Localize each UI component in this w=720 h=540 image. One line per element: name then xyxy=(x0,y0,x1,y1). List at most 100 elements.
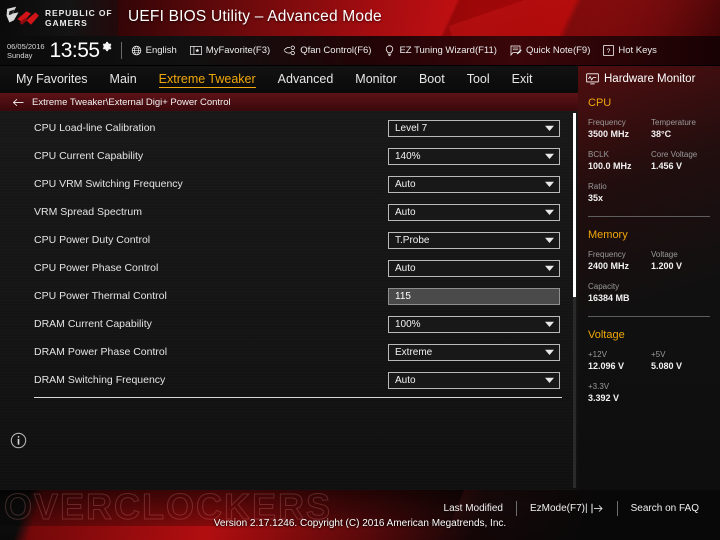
setting-label: CPU Power Phase Control xyxy=(34,262,159,274)
dropdown-cpu-current-capability[interactable]: 140% xyxy=(388,147,560,165)
toolbar-label-hot-keys: Hot Keys xyxy=(618,45,657,56)
setting-row-cpu-power-phase-control[interactable]: CPU Power Phase Control Auto xyxy=(0,254,578,282)
setting-row-dram-switching-frequency[interactable]: DRAM Switching Frequency Auto xyxy=(0,366,578,394)
hm-value: 38°C xyxy=(651,129,672,139)
hm-row-voltage-1: +3.3V 3.392 V xyxy=(578,381,720,405)
weekday-value: Sunday xyxy=(7,50,33,60)
tab-advanced[interactable]: Advanced xyxy=(278,72,334,87)
toolbar-item-quick-note[interactable]: Quick Note(F9) xyxy=(510,45,590,56)
tab-main[interactable]: Main xyxy=(110,72,137,87)
content-divider xyxy=(34,397,562,398)
toolbar-item-language[interactable]: English xyxy=(131,45,177,56)
toolbar-item-myfavorite[interactable]: MyFavorite(F3) xyxy=(189,45,271,56)
chevron-down-icon xyxy=(545,237,554,243)
tab-tool[interactable]: Tool xyxy=(467,72,490,87)
setting-row-dram-current-capability[interactable]: DRAM Current Capability 100% xyxy=(0,310,578,338)
bios-version-text: Version 2.17.1246. Copyright (C) 2016 Am… xyxy=(213,518,507,529)
toolbar-item-qfan-control[interactable]: Qfan Control(F6) xyxy=(283,45,371,56)
hm-cell-cpu-frequency: Frequency 3500 MHz xyxy=(588,117,651,141)
top-toolbar: 06/05/2016 Sunday 13:55 English MyFavori… xyxy=(0,36,720,66)
setting-control[interactable]: Auto xyxy=(388,175,560,193)
dropdown-vrm-spread-spectrum[interactable]: Auto xyxy=(388,203,560,221)
chevron-down-icon xyxy=(545,209,554,215)
hm-divider-memory xyxy=(588,316,710,317)
hm-cell-cpu-ratio: Ratio 35x xyxy=(588,181,651,205)
dropdown-value: Extreme xyxy=(395,346,433,358)
hm-key: Frequency xyxy=(588,250,626,259)
setting-label: CPU Current Capability xyxy=(34,150,144,162)
tab-boot[interactable]: Boot xyxy=(419,72,445,87)
setting-control[interactable]: Extreme xyxy=(388,343,560,361)
page-title: UEFI BIOS Utility – Advanced Mode xyxy=(128,8,382,25)
uefi-bios-screen: REPUBLIC OF GAMERS UEFI BIOS Utility – A… xyxy=(0,0,720,540)
dropdown-value: Auto xyxy=(395,262,416,274)
dropdown-dram-power-phase-control[interactable]: Extreme xyxy=(388,343,560,361)
hm-key: Capacity xyxy=(588,282,620,291)
setting-row-dram-power-phase-control[interactable]: DRAM Power Phase Control Extreme xyxy=(0,338,578,366)
note-icon xyxy=(510,45,522,56)
hm-cell-voltage-33v: +3.3V 3.392 V xyxy=(588,381,651,405)
myfavorite-icon xyxy=(189,46,202,55)
setting-row-cpu-load-line-calibration[interactable]: CPU Load-line Calibration Level 7 xyxy=(0,114,578,142)
dropdown-cpu-load-line-calibration[interactable]: Level 7 xyxy=(388,119,560,137)
back-arrow-icon[interactable] xyxy=(12,97,25,108)
chevron-down-icon xyxy=(545,377,554,383)
setting-label: DRAM Power Phase Control xyxy=(34,346,168,358)
hm-value: 35x xyxy=(588,193,604,203)
toolbar-item-hot-keys[interactable]: ? Hot Keys xyxy=(603,45,657,56)
hm-value: 16384 MB xyxy=(588,293,630,303)
toolbar-item-ez-tuning-wizard[interactable]: EZ Tuning Wizard(F11) xyxy=(384,44,497,57)
setting-control[interactable]: 115 xyxy=(388,287,560,305)
chevron-down-icon xyxy=(545,125,554,131)
setting-row-cpu-power-duty-control[interactable]: CPU Power Duty Control T.Probe xyxy=(0,226,578,254)
toolbar-label-myfavorite: MyFavorite(F3) xyxy=(205,45,271,56)
tab-monitor[interactable]: Monitor xyxy=(355,72,397,87)
toolbar-label-qfan-control: Qfan Control(F6) xyxy=(300,45,372,56)
dropdown-dram-switching-frequency[interactable]: Auto xyxy=(388,371,560,389)
setting-row-cpu-vrm-switching-frequency[interactable]: CPU VRM Switching Frequency Auto xyxy=(0,170,578,198)
setting-row-cpu-power-thermal-control[interactable]: CPU Power Thermal Control 115 xyxy=(0,282,578,310)
last-modified-button[interactable]: Last Modified xyxy=(431,503,516,514)
setting-control[interactable]: 140% xyxy=(388,147,560,165)
hm-value: 12.096 V xyxy=(588,361,625,371)
hm-cell-cpu-temperature: Temperature 38°C xyxy=(651,117,714,141)
tab-exit[interactable]: Exit xyxy=(512,72,533,87)
setting-control[interactable]: Auto xyxy=(388,203,560,221)
settings-list: CPU Load-line Calibration Level 7 CPU Cu… xyxy=(0,114,578,394)
hm-key: Frequency xyxy=(588,118,626,127)
dropdown-cpu-power-phase-control[interactable]: Auto xyxy=(388,259,560,277)
dropdown-cpu-vrm-switching-frequency[interactable]: Auto xyxy=(388,175,560,193)
hardware-monitor-header: Hardware Monitor xyxy=(578,66,720,85)
breadcrumb: Extreme Tweaker\External Digi+ Power Con… xyxy=(0,93,578,111)
hm-value: 3.392 V xyxy=(588,393,620,403)
setting-control[interactable]: 100% xyxy=(388,315,560,333)
hm-section-title-cpu: CPU xyxy=(588,97,612,109)
chevron-down-icon xyxy=(545,153,554,159)
tab-my-favorites[interactable]: My Favorites xyxy=(16,72,88,87)
input-cpu-power-thermal-control[interactable]: 115 xyxy=(388,287,560,305)
rog-wordmark: REPUBLIC OF GAMERS xyxy=(45,8,118,28)
gear-icon[interactable] xyxy=(101,41,112,52)
setting-row-vrm-spread-spectrum[interactable]: VRM Spread Spectrum Auto xyxy=(0,198,578,226)
hm-key: Voltage xyxy=(651,250,678,259)
tab-extreme-tweaker[interactable]: Extreme Tweaker xyxy=(158,72,256,88)
dropdown-cpu-power-duty-control[interactable]: T.Probe xyxy=(388,231,560,249)
hm-row-memory-1: Capacity 16384 MB xyxy=(578,281,720,305)
setting-control[interactable]: T.Probe xyxy=(388,231,560,249)
search-on-faq-button[interactable]: Search on FAQ xyxy=(618,503,712,514)
chevron-down-icon xyxy=(545,265,554,271)
setting-label: VRM Spread Spectrum xyxy=(34,206,142,218)
ezmode-button[interactable]: EzMode(F7)| xyxy=(517,503,617,514)
content-scrollbar-thumb[interactable] xyxy=(573,113,576,297)
hm-value: 1.200 V xyxy=(651,261,683,271)
setting-control[interactable]: Auto xyxy=(388,371,560,389)
hm-key: +3.3V xyxy=(588,382,610,391)
hm-key: Core Voltage xyxy=(651,150,698,159)
setting-control[interactable]: Level 7 xyxy=(388,119,560,137)
help-info-button[interactable] xyxy=(10,432,27,454)
hm-value: 5.080 V xyxy=(651,361,683,371)
dropdown-dram-current-capability[interactable]: 100% xyxy=(388,315,560,333)
setting-row-cpu-current-capability[interactable]: CPU Current Capability 140% xyxy=(0,142,578,170)
setting-control[interactable]: Auto xyxy=(388,259,560,277)
exit-arrow-icon xyxy=(591,503,603,514)
